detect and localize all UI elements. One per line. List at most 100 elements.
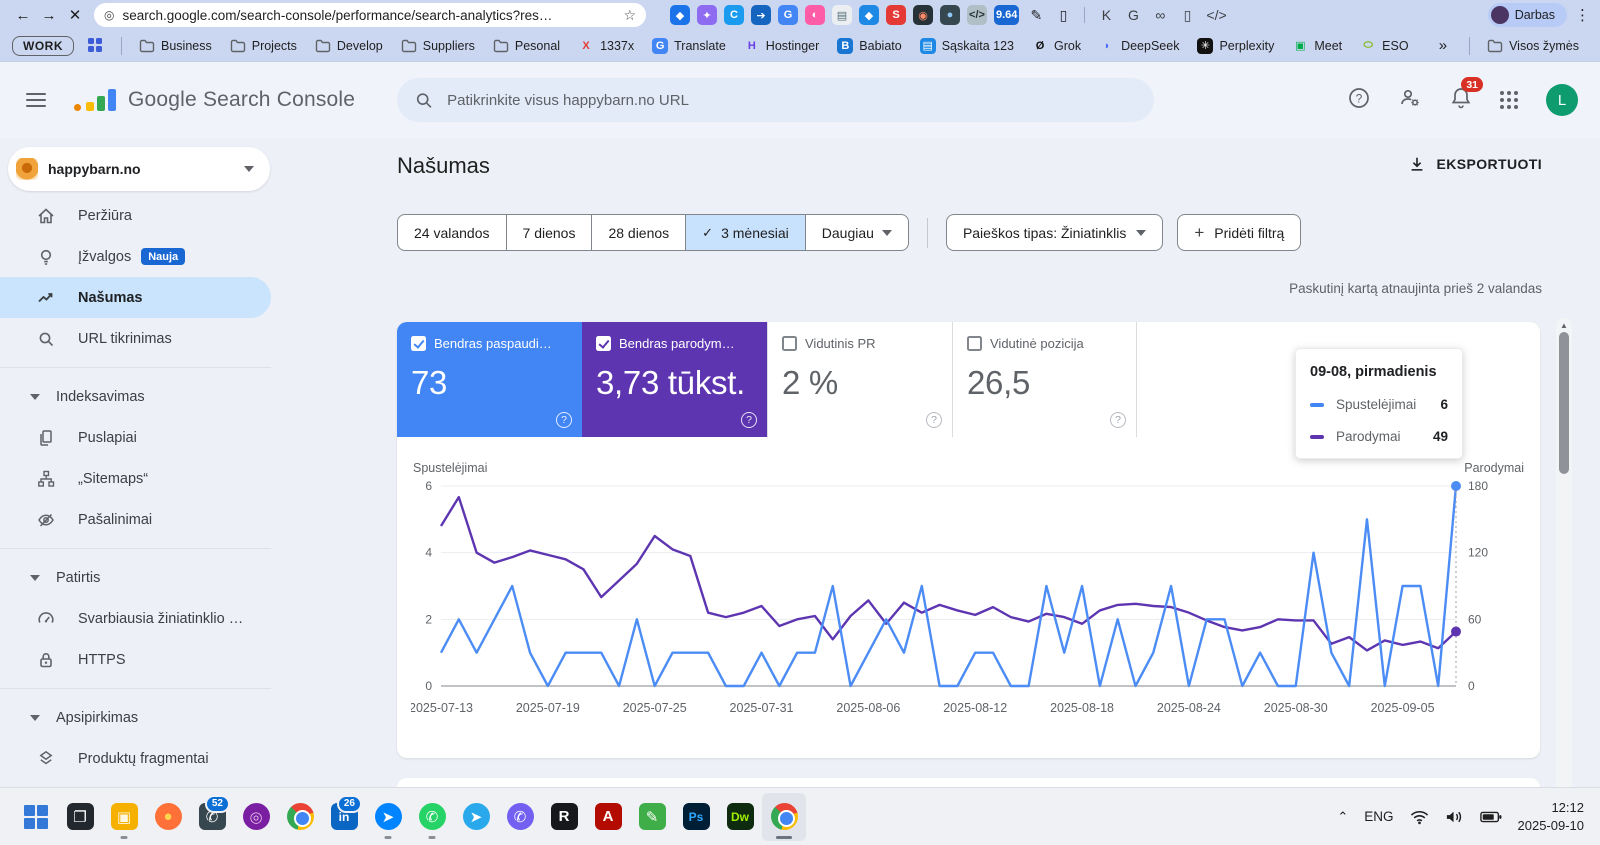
- pagespeed-score-extension-icon[interactable]: 9.64: [994, 5, 1020, 25]
- bookmark-item[interactable]: ⬭ ESO: [1360, 38, 1408, 54]
- whatsapp-icon[interactable]: ✆: [410, 793, 454, 841]
- start-button[interactable]: [14, 793, 58, 841]
- browser-menu-icon[interactable]: ⋮: [1575, 6, 1590, 24]
- help-icon[interactable]: ?: [556, 412, 572, 428]
- address-bar[interactable]: ◎ search.google.com/search-console/perfo…: [94, 3, 646, 27]
- language-indicator[interactable]: ENG: [1364, 809, 1393, 824]
- search-type-chip[interactable]: Paieškos tipas: Žiniatinklis: [945, 214, 1164, 251]
- menu-hamburger-icon[interactable]: [26, 93, 46, 107]
- sidebar-item-per-i-ra[interactable]: Peržiūra: [0, 195, 290, 236]
- battery-icon[interactable]: [1479, 810, 1502, 824]
- browser-profile-chip[interactable]: Darbas: [1487, 3, 1567, 27]
- wifi-icon[interactable]: [1410, 809, 1429, 825]
- metric-checkbox[interactable]: [782, 336, 797, 351]
- telegram-icon[interactable]: ➤: [454, 793, 498, 841]
- color-wheel-extension-icon[interactable]: ◐: [805, 5, 825, 25]
- dark-sphere-extension-icon[interactable]: ●: [940, 5, 960, 25]
- sidebar-section-patirtis[interactable]: Patirtis: [0, 557, 290, 598]
- file-explorer-icon[interactable]: ▣: [102, 793, 146, 841]
- blue-c-extension-icon[interactable]: C: [724, 5, 744, 25]
- bookmark-item[interactable]: G Translate: [652, 37, 726, 54]
- tray-chevron-icon[interactable]: ⌃: [1337, 809, 1348, 825]
- forward-icon[interactable]: →: [36, 7, 62, 24]
- date-chip-28-dienos[interactable]: 28 dienos: [592, 215, 687, 250]
- link-icon[interactable]: ∞: [1150, 5, 1170, 25]
- eyedropper-extension-icon[interactable]: ✎: [1026, 5, 1046, 25]
- trash-icon[interactable]: ▯: [1177, 5, 1197, 25]
- export-button[interactable]: EKSPORTUOTI: [1408, 155, 1542, 173]
- date-chip-daugiau[interactable]: Daugiau: [806, 215, 908, 250]
- price-tag-extension-icon[interactable]: ◆: [859, 5, 879, 25]
- sidebar-item-url-tikrinimas[interactable]: URL tikrinimas: [0, 318, 290, 359]
- sidebar-item-na-umas[interactable]: Našumas: [0, 277, 271, 318]
- sidebar-item-pa-alinimai[interactable]: Pašalinimai: [0, 499, 290, 540]
- help-icon[interactable]: ?: [1348, 87, 1370, 114]
- metric-checkbox[interactable]: [596, 336, 611, 351]
- back-icon[interactable]: ←: [10, 7, 36, 24]
- scroll-up-icon[interactable]: ▲: [1556, 318, 1572, 330]
- devtools-icon[interactable]: </>: [1204, 5, 1228, 25]
- metric-tile-3[interactable]: Vidutinis PR 2 %?: [767, 322, 952, 437]
- google-apps-icon[interactable]: [1500, 91, 1518, 109]
- bookmark-item[interactable]: ◗ DeepSeek: [1099, 38, 1180, 54]
- bookmark-item[interactable]: Projects: [230, 38, 297, 54]
- scrollbar-thumb[interactable]: [1559, 332, 1569, 474]
- share-extension-icon[interactable]: ➔: [751, 5, 771, 25]
- performance-chart[interactable]: 0 0 2 60 4 120 6 180 Spustelėjimai Parodymai 2025-…: [409, 460, 1526, 727]
- puzzle-extension-icon[interactable]: ✦: [697, 5, 717, 25]
- messenger-icon[interactable]: ➤: [366, 793, 410, 841]
- metric-tile-4[interactable]: Vidutinė pozicija 26,5?: [952, 322, 1137, 437]
- notifications-bell-icon[interactable]: 31: [1450, 77, 1483, 114]
- clipboard-extension-icon[interactable]: ▯: [1053, 5, 1073, 25]
- maps-pin-extension-icon[interactable]: ◆: [670, 5, 690, 25]
- task-view-icon[interactable]: ❐: [58, 793, 102, 841]
- firefox-icon[interactable]: ●: [146, 793, 190, 841]
- bookmark-item[interactable]: ✳ Perplexity: [1197, 37, 1274, 54]
- page-scrollbar[interactable]: ▲: [1556, 318, 1572, 787]
- date-chip-7-dienos[interactable]: 7 dienos: [507, 215, 593, 250]
- bookmarks-overflow-icon[interactable]: »: [1439, 37, 1447, 54]
- editor-icon[interactable]: ✎: [630, 793, 674, 841]
- chrome-active-icon[interactable]: [762, 792, 806, 841]
- bookmark-item[interactable]: B Babiato: [837, 37, 902, 54]
- metric-checkbox[interactable]: [967, 336, 982, 351]
- sidebar-section-indeksavimas[interactable]: Indeksavimas: [0, 376, 290, 417]
- sidebar-item-https[interactable]: HTTPS: [0, 639, 290, 680]
- bookmark-item[interactable]: ▣ Meet: [1292, 38, 1342, 54]
- metric-checkbox[interactable]: [411, 336, 426, 351]
- bookmark-item[interactable]: Business: [139, 38, 212, 54]
- bookmark-item[interactable]: Suppliers: [401, 38, 475, 54]
- settings-user-icon[interactable]: [1398, 86, 1422, 115]
- sidebar-item--valgos[interactable]: Įžvalgos Nauja: [0, 236, 290, 277]
- acrobat-icon[interactable]: A: [586, 793, 630, 841]
- linkedin-icon[interactable]: in 26: [322, 793, 366, 841]
- url-inspect-search[interactable]: [397, 78, 1154, 122]
- camera-extension-icon[interactable]: ◉: [913, 5, 933, 25]
- help-icon[interactable]: ?: [741, 412, 757, 428]
- property-selector[interactable]: happybarn.no: [8, 147, 270, 191]
- help-icon[interactable]: ?: [926, 412, 942, 428]
- sidebar-item--sitemaps-[interactable]: „Sitemaps“: [0, 458, 290, 499]
- dreamweaver-icon[interactable]: Dw: [718, 793, 762, 841]
- bookmark-item[interactable]: Develop: [315, 38, 383, 54]
- metric-tile-1[interactable]: Bendras paspaudi… 73?: [397, 322, 582, 437]
- bookmark-item[interactable]: ▤ Sąskaita 123: [919, 37, 1014, 54]
- sidebar-item-puslapiai[interactable]: Puslapiai: [0, 417, 290, 458]
- bookmark-item[interactable]: H Hostinger: [744, 38, 819, 54]
- bookmark-star-icon[interactable]: ☆: [623, 7, 636, 24]
- sidebar-item-produkt-fragmentai[interactable]: Produktų fragmentai: [0, 738, 290, 779]
- bookmark-item[interactable]: Pesonal: [493, 38, 560, 54]
- metric-tile-2[interactable]: Bendras parodym… 3,73 tūkst.?: [582, 322, 767, 437]
- sidebar-item-svarbiausia-iniatinklio-[interactable]: Svarbiausia žiniatinklio …: [0, 598, 290, 639]
- volume-icon[interactable]: [1445, 809, 1464, 825]
- apps-shortcut-icon[interactable]: [88, 38, 103, 53]
- date-chip-24-valandos[interactable]: 24 valandos: [398, 215, 507, 250]
- seo-extension-icon[interactable]: S: [886, 5, 906, 25]
- stop-icon[interactable]: ✕: [62, 6, 88, 24]
- translate-extension-icon[interactable]: G: [778, 5, 798, 25]
- site-settings-icon[interactable]: ◎: [104, 8, 114, 22]
- viber-icon[interactable]: ✆: [498, 793, 542, 841]
- tab-group-work[interactable]: WORK: [12, 35, 74, 56]
- translate-page-icon[interactable]: G: [1123, 5, 1143, 25]
- bookmark-all-bookmarks[interactable]: Visos žymės: [1487, 38, 1579, 54]
